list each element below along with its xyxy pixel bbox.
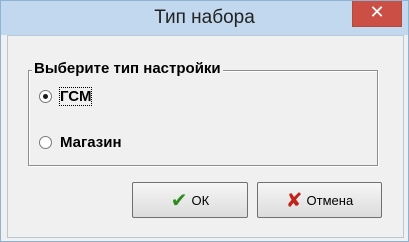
ok-button-label: ОК — [191, 192, 210, 208]
checkmark-icon: ✔ — [170, 188, 188, 212]
cancel-button[interactable]: ✘ Отмена — [257, 182, 382, 218]
close-button[interactable]: ✕ — [352, 1, 402, 27]
window-title: Тип набора — [154, 7, 255, 28]
radio-label-shop: Магазин — [60, 133, 122, 151]
title-bar[interactable]: Тип набора ✕ — [1, 1, 408, 35]
radio-option-shop[interactable]: Магазин — [39, 132, 122, 152]
radio-button-gsm[interactable] — [39, 89, 52, 103]
close-icon: ✕ — [369, 2, 385, 23]
groupbox-caption: Выберите тип настройки — [32, 60, 223, 77]
cancel-button-label: Отмена — [306, 192, 354, 208]
radio-label-gsm: ГСМ — [58, 86, 93, 106]
radio-option-gsm[interactable]: ГСМ — [39, 86, 93, 106]
radio-button-shop[interactable] — [39, 135, 52, 149]
ok-button[interactable]: ✔ ОК — [132, 182, 248, 218]
x-icon: ✘ — [285, 188, 303, 212]
